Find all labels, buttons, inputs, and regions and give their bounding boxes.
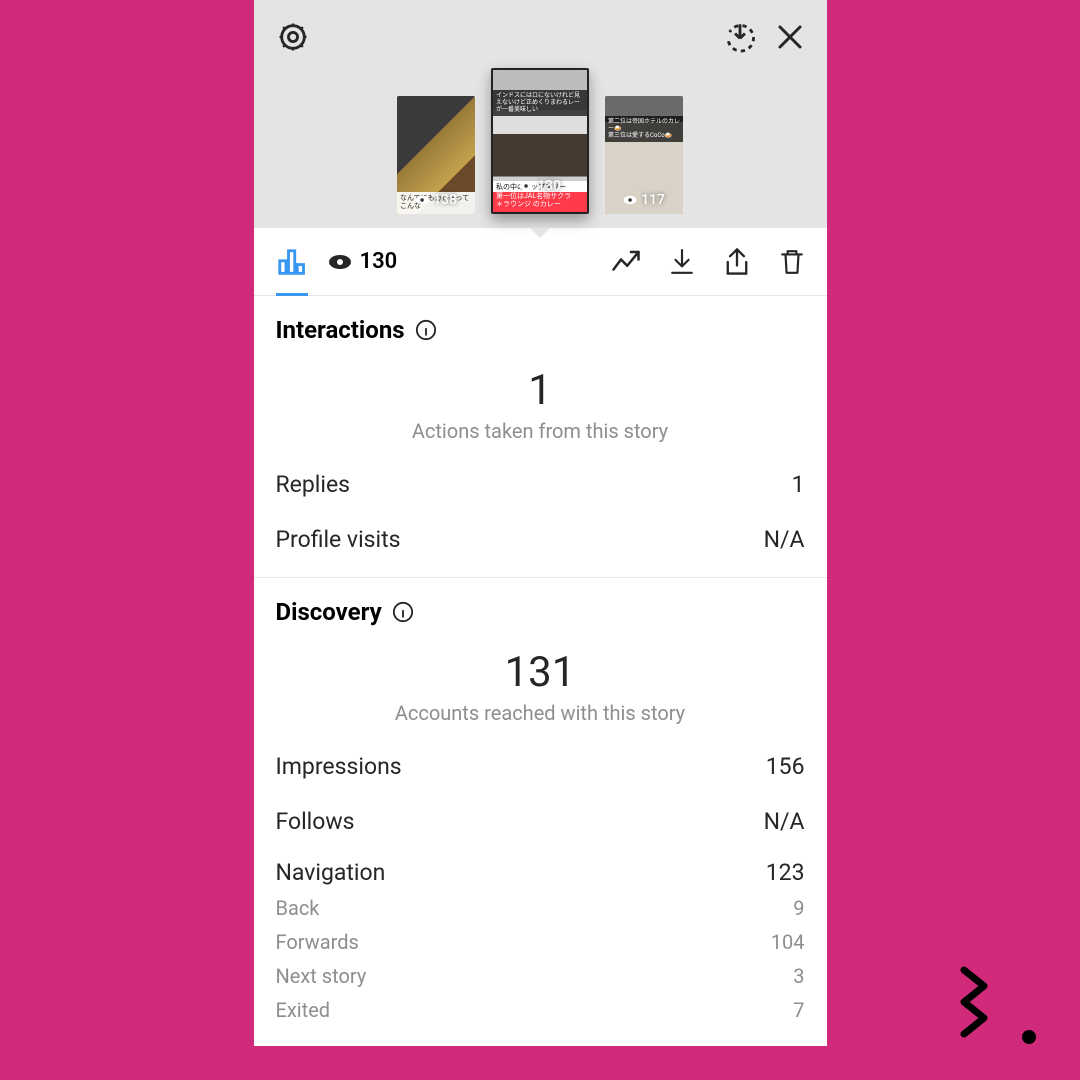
story-thumbnail-next[interactable]: 第二位は帝国ホテルのカレー🍛 第三位は愛するCoCo🍛 117 bbox=[605, 96, 683, 214]
story-thumbnail-prev[interactable]: なんでにもカレーってこんな 138 bbox=[397, 96, 475, 214]
insights-tabbar: 130 bbox=[254, 228, 827, 296]
interactions-caption: Actions taken from this story bbox=[276, 419, 805, 443]
thumb-views: 117 bbox=[641, 192, 665, 208]
metric-value: 104 bbox=[771, 930, 805, 954]
share-icon[interactable] bbox=[723, 247, 751, 277]
metric-label: Profile visits bbox=[276, 526, 401, 553]
metric-value: 1 bbox=[792, 471, 805, 498]
metric-label: Exited bbox=[276, 998, 331, 1022]
download-icon[interactable] bbox=[669, 247, 695, 277]
metric-row-navigation: Navigation 123 bbox=[276, 859, 805, 886]
metric-label: Back bbox=[276, 896, 320, 920]
settings-icon[interactable] bbox=[276, 20, 310, 54]
metric-value: 156 bbox=[766, 753, 805, 780]
reach-caption: Accounts reached with this story bbox=[276, 701, 805, 725]
thumb-overlay-text: インドスにはロにないけれど見えないけど正めくりまわるレーが一番美味しい bbox=[493, 90, 587, 116]
viewers-count: 130 bbox=[360, 249, 398, 274]
metric-label: Follows bbox=[276, 808, 355, 835]
metric-value: 123 bbox=[766, 859, 805, 886]
insights-panel: なんでにもカレーってこんな 138 インドスにはロにないけれど見えないけど正めく… bbox=[254, 0, 827, 1046]
save-story-icon[interactable] bbox=[723, 20, 757, 54]
interactions-count: 1 bbox=[276, 366, 805, 415]
close-icon[interactable] bbox=[775, 22, 805, 52]
metric-row-follows: Follows N/A bbox=[276, 808, 805, 835]
section-title: Interactions bbox=[276, 316, 405, 344]
metric-value: 9 bbox=[793, 896, 804, 920]
reach-count: 131 bbox=[276, 648, 805, 697]
metric-row-exited: Exited 7 bbox=[276, 998, 805, 1022]
metric-label: Impressions bbox=[276, 753, 402, 780]
metric-row-impressions: Impressions 156 bbox=[276, 753, 805, 780]
metric-value: 3 bbox=[793, 964, 804, 988]
insights-tab-icon[interactable] bbox=[276, 247, 306, 277]
section-title: Discovery bbox=[276, 598, 382, 626]
brand-glyph bbox=[956, 964, 1036, 1044]
metric-label: Navigation bbox=[276, 859, 386, 886]
viewers-tab[interactable]: 130 bbox=[328, 249, 398, 274]
story-carousel-header: なんでにもカレーってこんな 138 インドスにはロにないけれど見えないけど正めく… bbox=[254, 0, 827, 228]
delete-icon[interactable] bbox=[779, 247, 805, 277]
thumb-views: 138 bbox=[433, 192, 457, 208]
interactions-section: Interactions 1 Actions taken from this s… bbox=[254, 296, 827, 578]
metric-value: N/A bbox=[764, 808, 805, 835]
metric-row-replies: Replies 1 bbox=[276, 471, 805, 498]
metric-label: Forwards bbox=[276, 930, 359, 954]
metric-label: Replies bbox=[276, 471, 351, 498]
thumb-overlay-text: 第二位は帝国ホテルのカレー🍛 第三位は愛するCoCo🍛 bbox=[605, 116, 683, 142]
info-icon[interactable] bbox=[415, 319, 437, 341]
metric-row-profile-visits: Profile visits N/A bbox=[276, 526, 805, 553]
metric-row-forwards: Forwards 104 bbox=[276, 930, 805, 954]
metric-value: 7 bbox=[793, 998, 804, 1022]
metric-row-back: Back 9 bbox=[276, 896, 805, 920]
story-thumbnail-current[interactable]: インドスにはロにないけれど見えないけど正めくりまわるレーが一番美味しい 私の中の… bbox=[491, 68, 589, 214]
info-icon[interactable] bbox=[392, 601, 414, 623]
promote-icon[interactable] bbox=[611, 249, 641, 275]
active-tab-indicator bbox=[276, 293, 308, 296]
metric-label: Next story bbox=[276, 964, 367, 988]
thumb-views: 130 bbox=[537, 178, 561, 194]
story-thumbnails: なんでにもカレーってこんな 138 インドスにはロにないけれど見えないけど正めく… bbox=[397, 68, 683, 214]
metric-row-next-story: Next story 3 bbox=[276, 964, 805, 988]
metric-value: N/A bbox=[764, 526, 805, 553]
discovery-section: Discovery 131 Accounts reached with this… bbox=[254, 578, 827, 1046]
